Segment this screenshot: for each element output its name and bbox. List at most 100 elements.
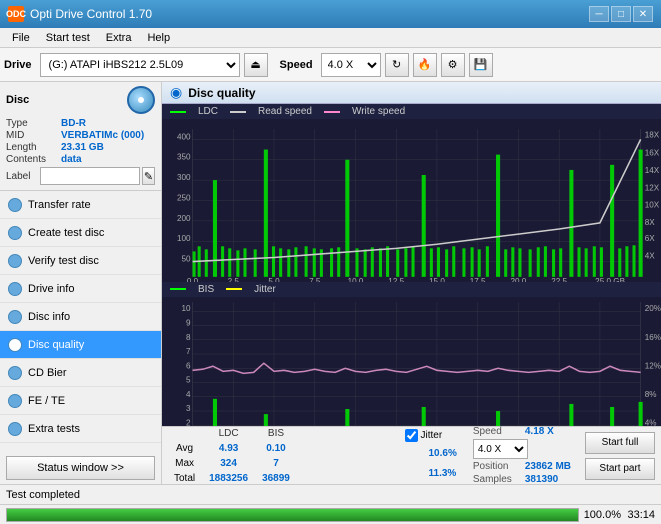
svg-text:50: 50 xyxy=(181,255,191,264)
ldc-col-header: LDC xyxy=(203,427,254,440)
speed-row: Speed 4.18 X xyxy=(473,426,571,437)
disc-section-title: Disc xyxy=(6,94,29,106)
progress-time: 33:14 xyxy=(625,509,655,521)
extra-tests-icon xyxy=(8,422,22,436)
menu-help[interactable]: Help xyxy=(139,31,178,45)
nav-verify-test-disc[interactable]: Verify test disc xyxy=(0,247,161,275)
close-button[interactable]: ✕ xyxy=(633,6,653,22)
titlebar-left: ODC Opti Drive Control 1.70 xyxy=(8,6,152,22)
disc-quality-label: Disc quality xyxy=(28,339,84,351)
start-full-button[interactable]: Start full xyxy=(585,432,655,454)
progress-bar-inner xyxy=(7,509,578,521)
svg-text:6X: 6X xyxy=(645,234,656,243)
svg-text:8X: 8X xyxy=(645,218,656,227)
position-val: 23862 MB xyxy=(525,461,571,472)
bottom-chart-legend: BIS Jitter xyxy=(162,282,661,297)
svg-text:10X: 10X xyxy=(645,201,660,210)
jitter-avg-row: 10.6% xyxy=(397,444,457,462)
progress-percent: 100.0% xyxy=(583,509,621,521)
jitter-legend-color xyxy=(226,288,242,290)
nav-items: Transfer rate Create test disc Verify te… xyxy=(0,191,161,452)
menu-extra[interactable]: Extra xyxy=(98,31,140,45)
jitter-checkbox[interactable] xyxy=(405,429,418,442)
svg-text:12%: 12% xyxy=(645,361,661,370)
jitter-legend-label: Jitter xyxy=(254,284,276,295)
minimize-button[interactable]: ─ xyxy=(589,6,609,22)
jitter-section: Jitter 10.6% 11.3% xyxy=(389,427,465,484)
start-part-button[interactable]: Start part xyxy=(585,458,655,480)
menu-starttest[interactable]: Start test xyxy=(38,31,98,45)
disc-panel: Disc Type BD-R MID VERBATIMc (000) Lengt… xyxy=(0,82,161,191)
jitter-max-row: 11.3% xyxy=(397,464,457,482)
svg-text:3: 3 xyxy=(186,404,191,413)
jitter-col-header: Jitter xyxy=(421,430,443,441)
svg-text:400: 400 xyxy=(177,132,191,141)
status-window-button[interactable]: Status window >> xyxy=(6,456,155,480)
drive-label: Drive xyxy=(4,59,32,71)
length-label: Length xyxy=(6,142,61,153)
menubar: File Start test Extra Help xyxy=(0,28,661,48)
disc-quality-header: ◉ Disc quality xyxy=(162,82,661,104)
nav-disc-info[interactable]: Disc info xyxy=(0,303,161,331)
disc-quality-icon xyxy=(8,338,22,352)
svg-text:6: 6 xyxy=(186,361,191,370)
nav-fe-te[interactable]: FE / TE xyxy=(0,387,161,415)
eject-button[interactable]: ⏏ xyxy=(244,53,268,77)
ldc-total-val: 1883256 xyxy=(203,472,254,485)
bis-col-header: BIS xyxy=(256,427,296,440)
speed-select[interactable]: 4.0 X xyxy=(321,53,381,77)
speed-stat-label: Speed xyxy=(473,426,521,437)
svg-text:300: 300 xyxy=(177,173,191,182)
svg-text:10: 10 xyxy=(181,304,191,313)
svg-text:4%: 4% xyxy=(645,418,657,426)
drive-select[interactable]: (G:) ATAPI iHBS212 2.5L09 xyxy=(40,53,240,77)
type-label: Type xyxy=(6,118,61,129)
jitter-avg-val: 10.6% xyxy=(429,448,457,459)
svg-text:2: 2 xyxy=(186,418,191,426)
drive-info-icon xyxy=(8,282,22,296)
mid-label: MID xyxy=(6,130,61,141)
bottom-chart-block: BIS Jitter xyxy=(162,282,661,426)
nav-drive-info[interactable]: Drive info xyxy=(0,275,161,303)
disc-type-row: Type BD-R xyxy=(6,118,155,129)
nav-extra-tests[interactable]: Extra tests xyxy=(0,415,161,443)
label-label: Label xyxy=(6,171,40,182)
samples-row: Samples 381390 xyxy=(473,474,571,484)
avg-row-label: Avg xyxy=(168,442,201,455)
bis-total-val: 36899 xyxy=(256,472,296,485)
type-value: BD-R xyxy=(61,118,155,129)
label-btn[interactable]: ✎ xyxy=(142,167,155,185)
nav-disc-quality[interactable]: Disc quality xyxy=(0,331,161,359)
label-input[interactable] xyxy=(40,167,140,185)
max-row-label: Max xyxy=(168,457,201,470)
right-panel: ◉ Disc quality LDC Read speed Write spee… xyxy=(162,82,661,484)
refresh-button[interactable]: ↻ xyxy=(385,53,409,77)
settings-button[interactable]: ⚙ xyxy=(441,53,465,77)
svg-text:16%: 16% xyxy=(645,333,661,342)
speed-stat-select[interactable]: 4.0 X xyxy=(473,439,528,459)
transfer-rate-icon xyxy=(8,198,22,212)
verify-test-disc-label: Verify test disc xyxy=(28,255,99,267)
mid-value: VERBATIMc (000) xyxy=(61,130,155,141)
app-window: ODC Opti Drive Control 1.70 ─ □ ✕ File S… xyxy=(0,0,661,524)
nav-transfer-rate[interactable]: Transfer rate xyxy=(0,191,161,219)
menu-file[interactable]: File xyxy=(4,31,38,45)
bis-max-val: 7 xyxy=(256,457,296,470)
action-buttons: Start full Start part xyxy=(579,427,661,484)
cd-bier-label: CD Bier xyxy=(28,367,67,379)
svg-text:14X: 14X xyxy=(645,166,660,175)
svg-text:200: 200 xyxy=(177,214,191,223)
disc-length-row: Length 23.31 GB xyxy=(6,142,155,153)
contents-label: Contents xyxy=(6,154,61,165)
burn-button[interactable]: 🔥 xyxy=(413,53,437,77)
nav-cd-bier[interactable]: CD Bier xyxy=(0,359,161,387)
status-row: Test completed xyxy=(0,484,661,504)
save-button[interactable]: 💾 xyxy=(469,53,493,77)
svg-text:250: 250 xyxy=(177,193,191,202)
disc-quality-title: Disc quality xyxy=(188,86,255,100)
maximize-button[interactable]: □ xyxy=(611,6,631,22)
svg-text:4X: 4X xyxy=(645,252,656,261)
transfer-rate-label: Transfer rate xyxy=(28,199,91,211)
sidebar: Disc Type BD-R MID VERBATIMc (000) Lengt… xyxy=(0,82,162,484)
nav-create-test-disc[interactable]: Create test disc xyxy=(0,219,161,247)
